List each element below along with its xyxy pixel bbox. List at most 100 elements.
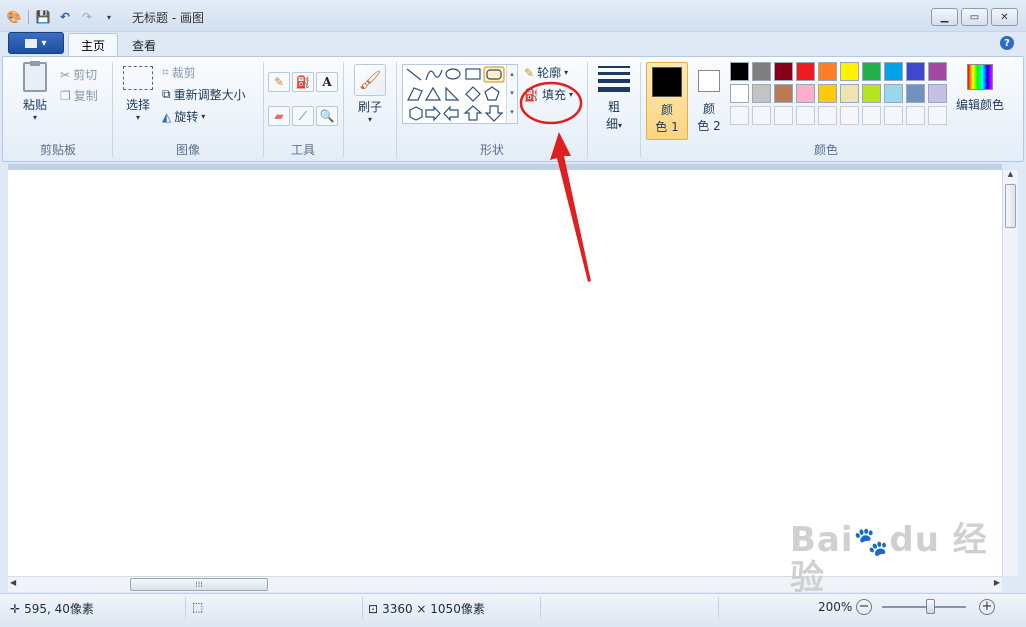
close-button[interactable]: ✕ [991,8,1018,26]
empty-color-slot[interactable] [730,106,749,125]
magnifier-icon[interactable]: 🔍 [316,106,338,126]
empty-color-slot[interactable] [774,106,793,125]
triangle-shape-icon[interactable] [424,86,442,101]
horizontal-scroll-thumb[interactable]: ⁞⁞⁞ [130,578,268,591]
diamond-shape-icon[interactable] [465,86,481,102]
color-swatch[interactable] [928,62,947,81]
color-swatch[interactable] [752,84,771,103]
clipboard-group-label: 剪贴板 [39,143,76,157]
annotation-arrow [550,132,591,282]
edit-colors-label: 编辑颜色 [955,98,1004,112]
right-arrow-shape-icon[interactable] [425,105,441,122]
window-controls: ▁ ▭ ✕ [931,8,1018,26]
color-swatch[interactable] [862,84,881,103]
window-title: 无标题 - 画图 [132,11,204,25]
zoom-out-button[interactable]: − [856,599,872,615]
image-group: 选择 ▾ ⌗ 裁剪 ⧉ 重新调整大小 ◭ 旋转 ▾ 图像 [114,58,262,160]
empty-color-slot[interactable] [796,106,815,125]
color1-button[interactable]: 颜 色 1 [646,62,688,140]
copy-button[interactable]: ❐ 复制 [60,87,98,104]
tab-view[interactable]: 查看 [120,33,168,57]
polygon-shape-icon[interactable] [407,87,423,101]
left-arrow-shape-icon[interactable] [443,105,459,122]
brushes-button[interactable]: 🖌 刷子 ▾ [346,58,394,160]
vertical-scroll-thumb[interactable] [1005,184,1016,228]
color-swatch[interactable] [730,84,749,103]
cut-button[interactable]: ✂ 剪切 [60,66,97,83]
color-swatch[interactable] [774,62,793,81]
color-swatch[interactable] [906,62,925,81]
crop-label: 裁剪 [171,66,196,80]
empty-color-slot[interactable] [906,106,925,125]
color-swatch[interactable] [752,62,771,81]
color-spectrum-icon [967,64,993,90]
save-icon[interactable]: 💾 [35,9,51,25]
zoom-in-button[interactable]: + [979,599,995,615]
empty-color-slot[interactable] [840,106,859,125]
rectangle-shape-icon[interactable] [465,68,481,80]
chevron-down-icon: ▾ [201,112,206,121]
color-swatch[interactable] [884,62,903,81]
color-swatch[interactable] [906,84,925,103]
empty-color-slot[interactable] [862,106,881,125]
zoom-slider-track[interactable] [882,606,966,608]
paint-app-icon[interactable]: 🎨 [6,9,22,25]
rotate-button[interactable]: ◭ 旋转 ▾ [162,108,205,125]
hexagon-shape-icon[interactable] [409,106,423,121]
color-swatch[interactable] [862,62,881,81]
fill-bucket-icon[interactable]: ⛽ [292,72,314,92]
redo-icon[interactable]: ↷ [79,9,95,25]
resize-icon: ⧉ [162,87,171,101]
customize-dropdown-icon[interactable]: ▾ [101,9,117,25]
up-arrow-shape-icon[interactable] [463,105,483,121]
empty-color-slot[interactable] [818,106,837,125]
pentagon-shape-icon[interactable] [484,86,500,101]
zoom-slider-thumb[interactable] [926,599,935,614]
text-icon[interactable]: A [316,72,338,92]
color-swatch[interactable] [928,84,947,103]
oval-shape-icon[interactable] [445,68,461,80]
help-icon[interactable]: ? [1000,36,1014,50]
color-swatch[interactable] [730,62,749,81]
color-picker-icon[interactable]: ⟋ [292,106,314,126]
right-triangle-shape-icon[interactable] [445,86,460,101]
color-swatch[interactable] [884,84,903,103]
edit-colors-button[interactable]: 编辑颜色 [952,64,1008,113]
vertical-scrollbar[interactable]: ▲ [1002,170,1018,576]
color-swatch[interactable] [840,84,859,103]
tools-group: ✎ ⛽ A ▰ ⟋ 🔍 工具 [264,58,342,160]
color-swatch[interactable] [840,62,859,81]
empty-color-slot[interactable] [752,106,771,125]
colors-group: 颜 色 1 颜 色 2 编辑颜色 颜色 [642,58,1010,160]
scissors-icon: ✂ [60,67,71,82]
undo-icon[interactable]: ↶ [57,9,73,25]
crop-button[interactable]: ⌗ 裁剪 [162,64,196,81]
color-swatch[interactable] [796,62,815,81]
line-shape-icon[interactable] [406,68,422,81]
color-swatch[interactable] [774,84,793,103]
select-button[interactable]: 选择 ▾ [120,66,156,122]
menu-icon [25,38,38,48]
tab-home[interactable]: 主页 [68,33,119,57]
scroll-left-icon[interactable]: ◀ [10,578,16,587]
pencil-icon[interactable]: ✎ [268,72,290,92]
group-divider [112,62,113,158]
eraser-icon[interactable]: ▰ [268,106,290,126]
color-swatch[interactable] [818,84,837,103]
color2-button[interactable]: 颜 色 2 [692,62,726,140]
color2-label-line1: 颜 [702,102,715,116]
scroll-up-icon[interactable]: ▲ [1003,170,1018,178]
color-swatch[interactable] [818,62,837,81]
tools-group-label: 工具 [290,143,315,157]
group-divider [343,62,344,158]
curve-shape-icon[interactable] [425,69,443,81]
color-swatch[interactable] [796,84,815,103]
maximize-button[interactable]: ▭ [961,8,988,26]
empty-color-slot[interactable] [884,106,903,125]
resize-button[interactable]: ⧉ 重新调整大小 [162,86,246,103]
file-menu-button[interactable]: ▾ [8,32,64,54]
color1-swatch [652,67,682,97]
minimize-button[interactable]: ▁ [931,8,958,26]
empty-color-slot[interactable] [928,106,947,125]
paste-button[interactable]: 粘贴 ▾ [14,61,56,122]
